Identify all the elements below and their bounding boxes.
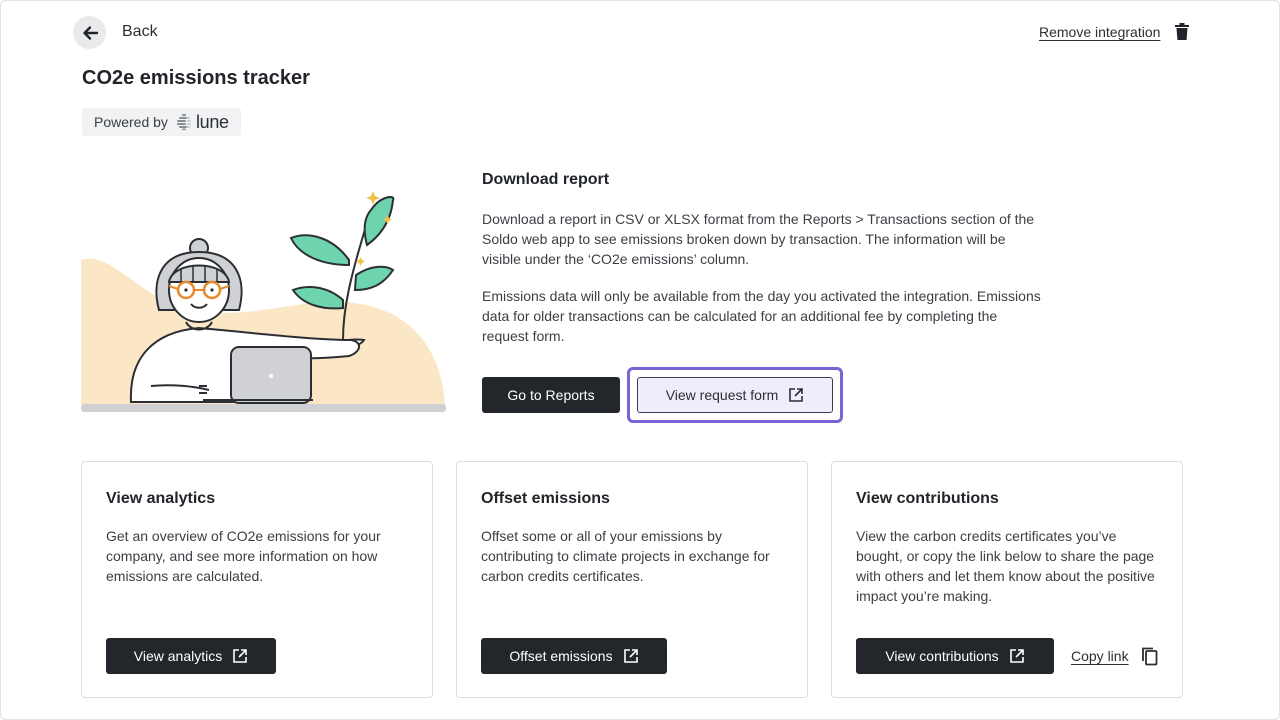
contributions-card-title: View contributions — [856, 490, 999, 507]
copy-link-button[interactable]: Copy link — [1071, 648, 1129, 664]
offset-emissions-card: Offset emissions Offset some or all of y… — [456, 461, 808, 698]
remove-integration-link[interactable]: Remove integration — [1039, 24, 1160, 40]
back-label[interactable]: Back — [122, 23, 158, 41]
external-link-icon — [1009, 649, 1024, 663]
download-report-heading: Download report — [482, 171, 610, 188]
view-request-form-button[interactable]: View request form — [637, 377, 833, 413]
view-analytics-label: View analytics — [133, 648, 223, 664]
offset-card-title: Offset emissions — [481, 490, 610, 507]
copy-icon[interactable] — [1141, 647, 1158, 666]
lune-logo: lune — [176, 112, 229, 133]
go-to-reports-label: Go to Reports — [507, 387, 595, 403]
back-button[interactable] — [73, 16, 106, 49]
contributions-card: View contributions View the carbon credi… — [831, 461, 1183, 698]
trash-icon[interactable] — [1175, 23, 1189, 40]
analytics-card-title: View analytics — [106, 490, 216, 507]
lune-mark-icon — [176, 114, 191, 130]
external-link-icon — [623, 649, 638, 663]
go-to-reports-button[interactable]: Go to Reports — [482, 377, 620, 413]
emissions-availability-note: Emissions data will only be available fr… — [482, 288, 1041, 344]
page-title: CO2e emissions tracker — [82, 67, 310, 89]
download-report-description: Download a report in CSV or XLSX format … — [482, 211, 1035, 267]
powered-by-label: Powered by — [94, 114, 168, 130]
analytics-card: View analytics Get an overview of CO2e e… — [81, 461, 433, 698]
offset-emissions-button[interactable]: Offset emissions — [481, 638, 667, 674]
arrow-left-icon — [82, 25, 98, 40]
contributions-card-text: View the carbon credits certificates you… — [856, 528, 1155, 604]
external-link-icon — [233, 649, 248, 663]
analytics-card-text: Get an overview of CO2e emissions for yo… — [106, 528, 381, 584]
view-contributions-button[interactable]: View contributions — [856, 638, 1054, 674]
view-request-form-label: View request form — [665, 387, 779, 403]
offset-emissions-label: Offset emissions — [509, 648, 613, 664]
lune-wordmark: lune — [195, 111, 229, 132]
powered-by-badge: Powered by lune — [82, 108, 241, 136]
view-contributions-label: View contributions — [885, 648, 999, 664]
offset-card-text: Offset some or all of your emissions by … — [481, 528, 770, 584]
view-analytics-button[interactable]: View analytics — [106, 638, 276, 674]
external-link-icon — [789, 388, 804, 402]
person-with-laptop-and-plant-illustration — [81, 191, 446, 412]
